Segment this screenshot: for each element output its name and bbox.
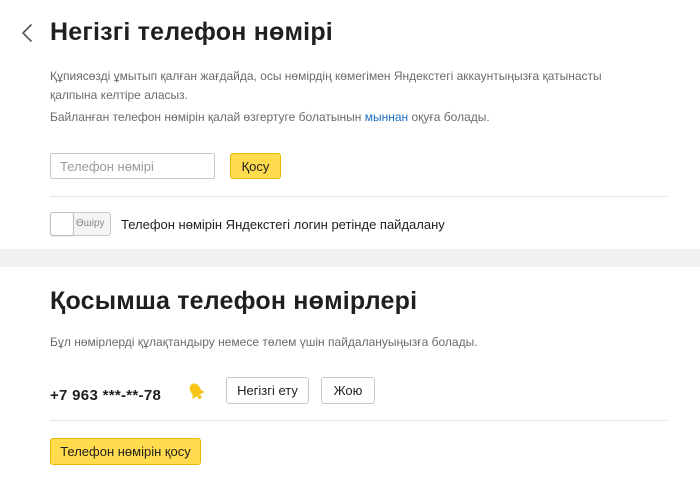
toggle-knob — [50, 212, 74, 236]
change-info-prefix: Байланған телефон нөмірін қалай өзгертуг… — [50, 110, 365, 124]
divider — [50, 420, 667, 421]
change-info-link[interactable]: мыннан — [365, 110, 408, 124]
add-button[interactable]: Қосу — [230, 153, 281, 179]
back-chevron-icon[interactable] — [18, 22, 38, 44]
toggle-description: Телефон нөмірін Яндекстегі логин ретінде… — [121, 217, 445, 232]
delete-button[interactable]: Жою — [321, 377, 375, 404]
make-main-button[interactable]: Негізгі ету — [226, 377, 309, 404]
main-phone-section: Негізгі телефон нөмірі Құпиясөзді ұмытып… — [0, 0, 700, 249]
login-toggle[interactable]: Өшіру — [50, 212, 111, 236]
change-phone-info: Байланған телефон нөмірін қалай өзгертуг… — [50, 108, 650, 127]
additional-phones-section: Қосымша телефон нөмірлері Бұл нөмірлерді… — [0, 267, 700, 477]
toggle-state-label: Өшіру — [76, 218, 105, 229]
main-phone-description: Құпиясөзді ұмытып қалған жағдайда, осы н… — [50, 69, 602, 102]
section-separator — [0, 249, 700, 267]
page-title: Негізгі телефон нөмірі — [50, 18, 333, 46]
section-title: Қосымша телефон нөмірлері — [50, 287, 418, 315]
phone-number: +7 963 ***-**-78 — [50, 387, 162, 404]
bell-icon[interactable] — [185, 380, 207, 402]
change-info-suffix: оқуға болады. — [408, 110, 490, 124]
divider — [50, 196, 667, 197]
phone-number-input[interactable] — [50, 153, 215, 179]
add-phone-button[interactable]: Телефон нөмірін қосу — [50, 438, 201, 465]
additional-phones-description: Бұл нөмірлерді құлақтандыру немесе төлем… — [50, 335, 478, 349]
